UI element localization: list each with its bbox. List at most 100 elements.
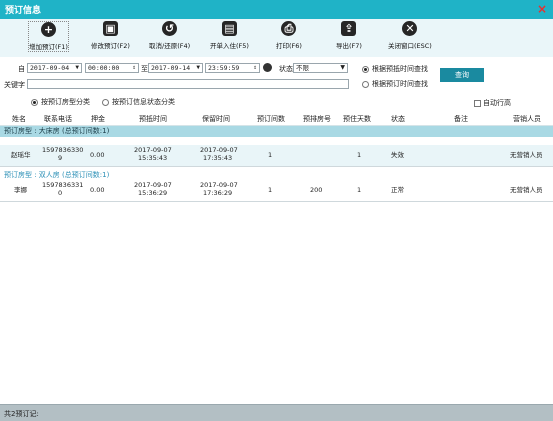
to-date-picker[interactable]: 2017-09-14 ▼	[148, 63, 203, 73]
cell-arrive-time: 15:36:29	[138, 189, 168, 197]
auto-row-height-checkbox[interactable]: 自动行高	[474, 98, 511, 108]
col-deposit[interactable]: 押金	[91, 114, 105, 124]
from-time-value: 00:00:00	[88, 64, 120, 72]
add-booking-label: 增加预订(F1)	[29, 43, 68, 51]
add-booking-button[interactable]: + 增加预订(F1)	[28, 21, 69, 52]
cell-sales: 无营销人员	[510, 151, 543, 159]
cell-name: 李娜	[14, 186, 27, 194]
toolbar: + 增加预订(F1) ▣ 修改预订(F2) ↺ 取消/还原(F4) ▤ 开单入住…	[0, 19, 553, 57]
status-value: 不限	[296, 64, 309, 72]
col-note[interactable]: 备注	[454, 114, 468, 124]
cell-phone-line2: 9	[58, 154, 63, 162]
cell-retain-date: 2017-09-07	[200, 181, 238, 189]
cell-arrive-date: 2017-09-07	[134, 146, 172, 154]
close-icon[interactable]: ×	[536, 2, 548, 16]
cell-room-count: 1	[268, 151, 273, 159]
export-label: 导出(F7)	[336, 42, 362, 50]
group-header-double-bed[interactable]: 预订房型 : 大床房 (总预订间数:1)	[0, 126, 553, 137]
cell-phone-line1: 1597836331	[42, 181, 84, 189]
cell-status: 失效	[391, 151, 404, 159]
cancel-restore-button[interactable]: ↺ 取消/还原(F4)	[149, 21, 190, 50]
stepper-icon: ⇕	[132, 64, 136, 71]
edit-booking-button[interactable]: ▣ 修改预订(F2)	[91, 21, 130, 50]
col-retain-time[interactable]: 保留时间	[202, 114, 230, 124]
cell-status: 正常	[391, 186, 404, 194]
from-date-picker[interactable]: 2017-09-04 ▼	[27, 63, 82, 73]
keyword-label: 关键字	[4, 81, 25, 89]
status-bar: 共2预订记:	[0, 404, 553, 421]
radio-unselected-icon	[362, 80, 369, 88]
search-by-book-radio[interactable]: 根据预订时间查找	[362, 79, 428, 89]
export-button[interactable]: ⇪ 导出(F7)	[336, 21, 362, 50]
cell-phone-line1: 1597836330	[42, 146, 84, 154]
col-room-number[interactable]: 预排房号	[303, 114, 331, 124]
to-time-value: 23:59:59	[208, 64, 240, 72]
plus-icon: +	[40, 22, 56, 37]
cell-retain-date: 2017-09-07	[200, 146, 238, 154]
stepper-icon: ⇕	[253, 64, 257, 71]
print-button[interactable]: ⎙ 打印(F6)	[276, 21, 302, 50]
keyword-input[interactable]	[27, 79, 349, 89]
cell-deposit: 0.00	[90, 151, 105, 159]
group-by-status-label: 按预订信息状态分类	[112, 98, 175, 106]
checkin-label: 开单入住(F5)	[210, 42, 249, 50]
cell-deposit: 0.00	[90, 186, 105, 194]
close-window-icon: ✕	[402, 21, 418, 36]
dropdown-arrow-icon: ▼	[75, 64, 79, 71]
cell-stay-days: 1	[357, 186, 362, 194]
close-window-button[interactable]: ✕ 关闭窗口(ESC)	[388, 21, 432, 50]
col-arrive-time[interactable]: 预抵时间	[139, 114, 167, 124]
col-status[interactable]: 状态	[391, 114, 405, 124]
cell-phone-line2: 0	[58, 189, 63, 197]
from-date-value: 2017-09-04	[30, 64, 70, 72]
cell-arrive-time: 15:35:43	[138, 154, 168, 162]
edit-icon: ▣	[102, 21, 118, 36]
search-by-arrive-radio[interactable]: 根据预抵时间查找	[362, 64, 428, 74]
from-time-stepper[interactable]: 00:00:00 ⇕	[85, 63, 139, 73]
to-date-value: 2017-09-14	[151, 64, 191, 72]
dropdown-arrow-icon: ▼	[196, 64, 200, 71]
print-label: 打印(F6)	[276, 42, 302, 50]
checkbox-icon	[474, 99, 481, 107]
group-by-status-radio[interactable]: 按预订信息状态分类	[102, 97, 175, 107]
table-row[interactable]: 赵瑶华 1597836330 9 0.00 2017-09-07 15:35:4…	[0, 145, 553, 167]
search-by-book-label: 根据预订时间查找	[372, 80, 428, 88]
checkin-button[interactable]: ▤ 开单入住(F5)	[210, 21, 249, 50]
edit-booking-label: 修改预订(F2)	[91, 42, 130, 50]
window-title: 预订信息	[5, 6, 42, 16]
cell-stay-days: 1	[357, 151, 362, 159]
undo-icon: ↺	[162, 21, 178, 36]
status-select[interactable]: 不限 ▼	[293, 63, 348, 73]
cell-room-count: 1	[268, 186, 273, 194]
print-icon: ⎙	[281, 21, 297, 36]
cell-retain-time: 17:35:43	[203, 154, 233, 162]
query-button[interactable]: 查询	[440, 68, 484, 82]
title-bar: 预订信息 ×	[0, 0, 553, 19]
col-stay-days[interactable]: 预住天数	[343, 114, 371, 124]
status-label: 状态	[279, 65, 293, 73]
from-label: 自	[18, 65, 25, 73]
col-room-count[interactable]: 预订间数	[257, 114, 285, 124]
to-label: 至	[141, 65, 148, 73]
search-by-arrive-label: 根据预抵时间查找	[372, 65, 428, 73]
group-by-room-label: 按预订房型分类	[41, 98, 90, 106]
cell-retain-time: 17:36:29	[203, 189, 233, 197]
group-by-room-radio[interactable]: 按预订房型分类	[31, 97, 90, 107]
close-window-label: 关闭窗口(ESC)	[388, 42, 432, 50]
cell-sales: 无营销人员	[510, 186, 543, 194]
cancel-restore-label: 取消/还原(F4)	[149, 42, 191, 50]
cell-name: 赵瑶华	[11, 151, 31, 159]
chevron-down-icon: ▼	[340, 64, 345, 71]
cell-arrive-date: 2017-09-07	[134, 181, 172, 189]
auto-row-height-label: 自动行高	[483, 99, 511, 107]
col-sales[interactable]: 营销人员	[513, 114, 541, 124]
cell-room-number: 200	[310, 186, 323, 194]
radio-selected-icon	[31, 98, 38, 106]
col-name[interactable]: 姓名	[12, 114, 26, 124]
table-row[interactable]: 李娜 1597836331 0 0.00 2017-09-07 15:36:29…	[0, 180, 553, 202]
record-count: 共2预订记:	[4, 410, 39, 418]
col-phone[interactable]: 联系电话	[44, 114, 72, 124]
status-filter-icon[interactable]	[263, 63, 272, 72]
radio-unselected-icon	[102, 98, 109, 106]
to-time-stepper[interactable]: 23:59:59 ⇕	[205, 63, 260, 73]
